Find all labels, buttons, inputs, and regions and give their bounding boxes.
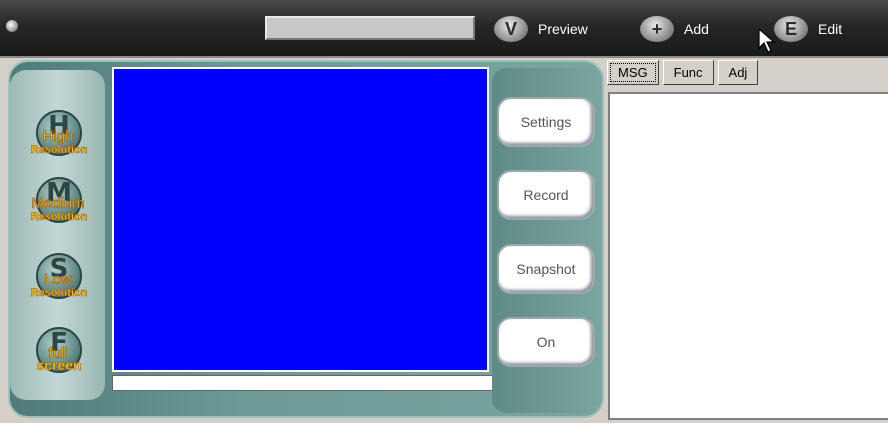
preview-icon: V bbox=[494, 16, 528, 42]
on-button[interactable]: On bbox=[497, 317, 595, 367]
edit-label: Edit bbox=[818, 21, 843, 37]
add-button[interactable]: + Add bbox=[640, 16, 709, 42]
full-screen-button[interactable]: F full screen bbox=[28, 327, 88, 387]
high-resolution-label: High bbox=[42, 128, 74, 146]
power-icon[interactable] bbox=[6, 20, 18, 32]
status-bar bbox=[112, 375, 493, 391]
edit-icon: E bbox=[774, 16, 808, 42]
preview-label: Preview bbox=[538, 21, 588, 37]
low-resolution-sublabel: Resolution bbox=[30, 287, 88, 300]
medium-resolution-label: Medium bbox=[31, 195, 85, 213]
low-resolution-button[interactable]: S Low Resolution bbox=[28, 253, 88, 313]
preview-button[interactable]: V Preview bbox=[494, 16, 588, 42]
medium-resolution-button[interactable]: M Medium Resolution bbox=[28, 177, 88, 237]
message-tabs: MSG Func Adj bbox=[607, 60, 762, 88]
full-screen-sublabel: screen bbox=[36, 357, 82, 374]
tab-adj[interactable]: Adj bbox=[717, 60, 759, 85]
snapshot-button[interactable]: Snapshot bbox=[497, 244, 595, 294]
message-box[interactable] bbox=[608, 92, 888, 420]
medium-resolution-sublabel: Resolution bbox=[30, 211, 88, 224]
high-resolution-sublabel: Resolution bbox=[30, 144, 88, 157]
add-label: Add bbox=[684, 21, 709, 37]
settings-button[interactable]: Settings bbox=[497, 97, 595, 147]
top-toolbar: V Preview + Add E Edit bbox=[0, 0, 888, 58]
title-field[interactable] bbox=[265, 16, 475, 40]
low-resolution-label: Low bbox=[44, 271, 72, 289]
tab-func[interactable]: Func bbox=[662, 60, 714, 85]
edit-button[interactable]: E Edit bbox=[774, 16, 843, 42]
tab-msg[interactable]: MSG bbox=[607, 60, 659, 85]
add-icon: + bbox=[640, 16, 674, 42]
record-button[interactable]: Record bbox=[497, 170, 595, 220]
mouse-cursor-icon bbox=[758, 28, 776, 53]
high-resolution-button[interactable]: H High Resolution bbox=[28, 110, 88, 170]
video-preview[interactable] bbox=[112, 67, 489, 372]
